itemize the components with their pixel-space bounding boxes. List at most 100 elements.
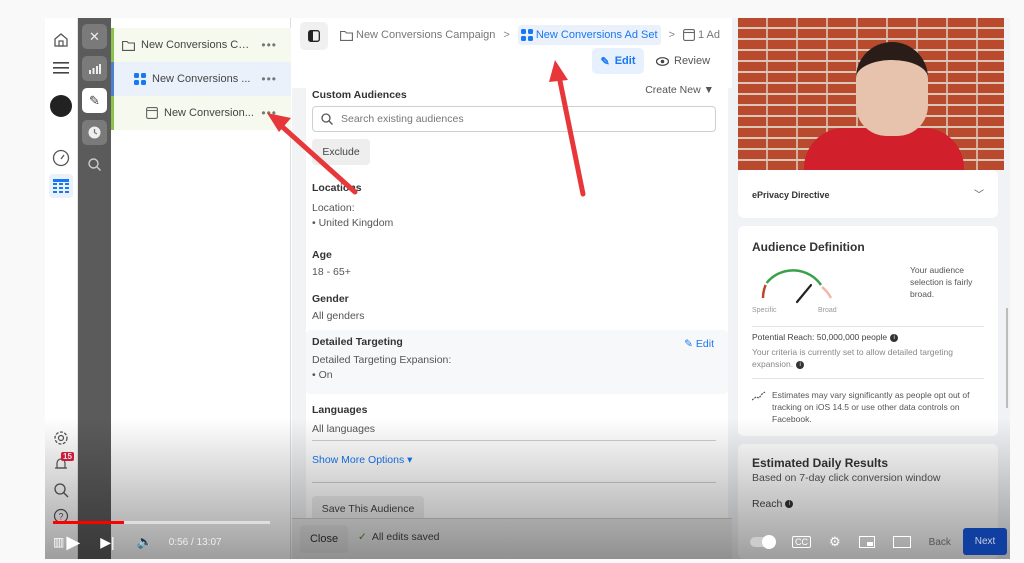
theater-mode-icon[interactable] bbox=[892, 536, 911, 548]
exclude-button[interactable]: Exclude bbox=[312, 139, 370, 165]
location-label: Location: bbox=[312, 202, 355, 214]
next-label: Next bbox=[974, 536, 996, 547]
tool-strip: ✕ ✎ bbox=[78, 18, 111, 559]
audience-search-input[interactable]: Search existing audiences bbox=[312, 106, 716, 132]
close-icon[interactable]: ✕ bbox=[82, 24, 107, 49]
audience-gauge: Specific Broad bbox=[752, 269, 837, 314]
search-placeholder: Search existing audiences bbox=[341, 113, 464, 125]
video-progress-bar[interactable] bbox=[53, 521, 270, 524]
potential-reach-text: Potential Reach: 50,000,000 people bbox=[752, 332, 888, 342]
show-more-options-link[interactable]: Show More Options ▾ bbox=[312, 454, 412, 466]
breadcrumb-campaign[interactable]: New Conversions Campaign bbox=[340, 29, 495, 41]
table-grid-icon[interactable] bbox=[49, 174, 73, 198]
edit-pencil-icon[interactable]: ✎ bbox=[82, 88, 107, 113]
player-right-controls: CC ⚙ Back bbox=[750, 530, 951, 554]
settings-icon[interactable] bbox=[49, 426, 73, 450]
more-options-icon[interactable]: ••• bbox=[261, 72, 277, 86]
help-icon[interactable]: ? bbox=[49, 504, 73, 528]
ad-set-grid-icon bbox=[134, 73, 146, 85]
home-icon[interactable] bbox=[49, 28, 73, 52]
editor-footer: Close ✓ All edits saved bbox=[292, 518, 732, 559]
daily-results-title: Estimated Daily Results bbox=[752, 456, 889, 470]
tree-item-ad-set[interactable]: New Conversions ... ••• bbox=[111, 62, 291, 96]
video-time: 0:56 / 13:07 bbox=[168, 536, 222, 548]
avatar[interactable] bbox=[49, 94, 73, 118]
chevron-down-icon[interactable]: ﹀ bbox=[974, 186, 984, 201]
captions-icon[interactable]: CC bbox=[792, 536, 811, 548]
search-chart-icon[interactable] bbox=[82, 152, 107, 177]
close-button[interactable]: Close bbox=[300, 525, 348, 553]
ad-window-icon bbox=[146, 107, 158, 119]
video-frame: 15 ? ✕ ✎ New Conversions Ca... ••• New C… bbox=[45, 18, 1010, 559]
info-icon[interactable]: i bbox=[890, 333, 899, 342]
languages-value: All languages bbox=[312, 423, 376, 435]
miniplayer-icon[interactable] bbox=[858, 536, 875, 548]
divider bbox=[752, 378, 984, 379]
chapter-icon[interactable]: ▥ bbox=[53, 535, 64, 549]
detailed-targeting-section: Detailed Targeting ✎ Edit Detailed Target… bbox=[306, 330, 728, 394]
info-icon[interactable]: i bbox=[785, 500, 794, 509]
notifications-bell-icon[interactable]: 15 bbox=[49, 452, 74, 476]
divider bbox=[312, 482, 716, 483]
left-nav-rail: 15 ? bbox=[45, 18, 78, 559]
reach-label-text: Reach bbox=[752, 498, 783, 510]
editor-main: New Conversions Campaign > New Conversio… bbox=[292, 18, 732, 559]
autoplay-toggle[interactable] bbox=[750, 535, 776, 549]
menu-icon[interactable] bbox=[49, 56, 73, 80]
audience-definition-card: Audience Definition Specific Broad Your … bbox=[738, 226, 998, 436]
search-icon[interactable] bbox=[49, 478, 73, 502]
player-left-controls: ▥ ▶ ▶| 🔈 0:56 / 13:07 bbox=[53, 530, 222, 554]
right-scrollbar[interactable] bbox=[1006, 308, 1008, 408]
location-value: • United Kingdom bbox=[312, 217, 394, 229]
gauge-broad-label: Broad bbox=[818, 307, 837, 314]
ad-set-grid-icon bbox=[520, 29, 533, 41]
eye-icon bbox=[656, 56, 669, 66]
potential-reach: Potential Reach: 50,000,000 people i bbox=[752, 332, 899, 342]
gauge-broad-arc bbox=[821, 286, 833, 299]
ad-window-icon bbox=[683, 29, 695, 41]
panel-toggle-button[interactable] bbox=[300, 22, 328, 50]
gauge-specific-label: Specific bbox=[752, 307, 777, 314]
languages-title: Languages bbox=[312, 404, 368, 416]
gauge-specific-arc bbox=[761, 284, 767, 299]
play-icon[interactable]: ▶ bbox=[66, 532, 80, 553]
chart-icon[interactable] bbox=[82, 56, 107, 81]
edit-mode-button[interactable]: ✎ Edit bbox=[592, 48, 644, 74]
breadcrumb-ad-set[interactable]: New Conversions Ad Set bbox=[517, 25, 661, 45]
gauge-needle bbox=[795, 283, 813, 304]
review-mode-label: Review bbox=[674, 55, 711, 67]
folder-icon bbox=[122, 40, 135, 51]
review-mode-button[interactable]: Review bbox=[656, 48, 710, 74]
tree-item-campaign[interactable]: New Conversions Ca... ••• bbox=[111, 28, 291, 62]
pencil-icon: ✎ bbox=[600, 55, 610, 68]
tree-item-ad[interactable]: New Conversion... ••• bbox=[111, 96, 291, 130]
svg-text:?: ? bbox=[58, 512, 63, 522]
eprivacy-card[interactable]: ePrivacy Directive ﹀ bbox=[738, 170, 998, 218]
right-column: ePrivacy Directive ﹀ Audience Definition… bbox=[732, 18, 1010, 559]
create-new-dropdown[interactable]: Create New ▼ bbox=[645, 84, 714, 96]
pencil-icon: ✎ bbox=[684, 338, 693, 350]
next-video-icon[interactable]: ▶| bbox=[100, 534, 114, 551]
volume-icon[interactable]: 🔈 bbox=[137, 534, 153, 550]
detailed-targeting-edit-link[interactable]: ✎ Edit bbox=[684, 338, 714, 350]
breadcrumb-ad[interactable]: 1 Ad bbox=[683, 29, 720, 41]
info-icon[interactable]: i bbox=[796, 360, 805, 369]
breadcrumb-separator: > bbox=[503, 29, 510, 41]
settings-gear-icon[interactable]: ⚙ bbox=[829, 534, 841, 550]
more-options-icon[interactable]: ••• bbox=[261, 106, 277, 120]
more-options-icon[interactable]: ••• bbox=[261, 38, 277, 52]
daily-results-subtitle: Based on 7-day click conversion window bbox=[752, 472, 941, 484]
save-status: ✓ All edits saved bbox=[358, 531, 440, 543]
clock-icon[interactable] bbox=[82, 120, 107, 145]
fullscreen-next-button[interactable]: Next bbox=[963, 528, 1007, 555]
detailed-targeting-title: Detailed Targeting bbox=[312, 336, 403, 348]
locations-title: Locations bbox=[312, 182, 362, 194]
back-button[interactable]: Back bbox=[929, 537, 951, 548]
dt-expansion-label: Detailed Targeting Expansion: bbox=[312, 354, 452, 366]
video-progress-fill bbox=[53, 521, 124, 524]
gauge-middle-arc bbox=[765, 269, 823, 286]
tree-item-label: New Conversions Ca... bbox=[141, 39, 253, 51]
tree-item-label: New Conversion... bbox=[164, 107, 254, 119]
dashboard-gauge-icon[interactable] bbox=[49, 146, 73, 170]
breadcrumb-ad-label: 1 Ad bbox=[697, 29, 720, 41]
